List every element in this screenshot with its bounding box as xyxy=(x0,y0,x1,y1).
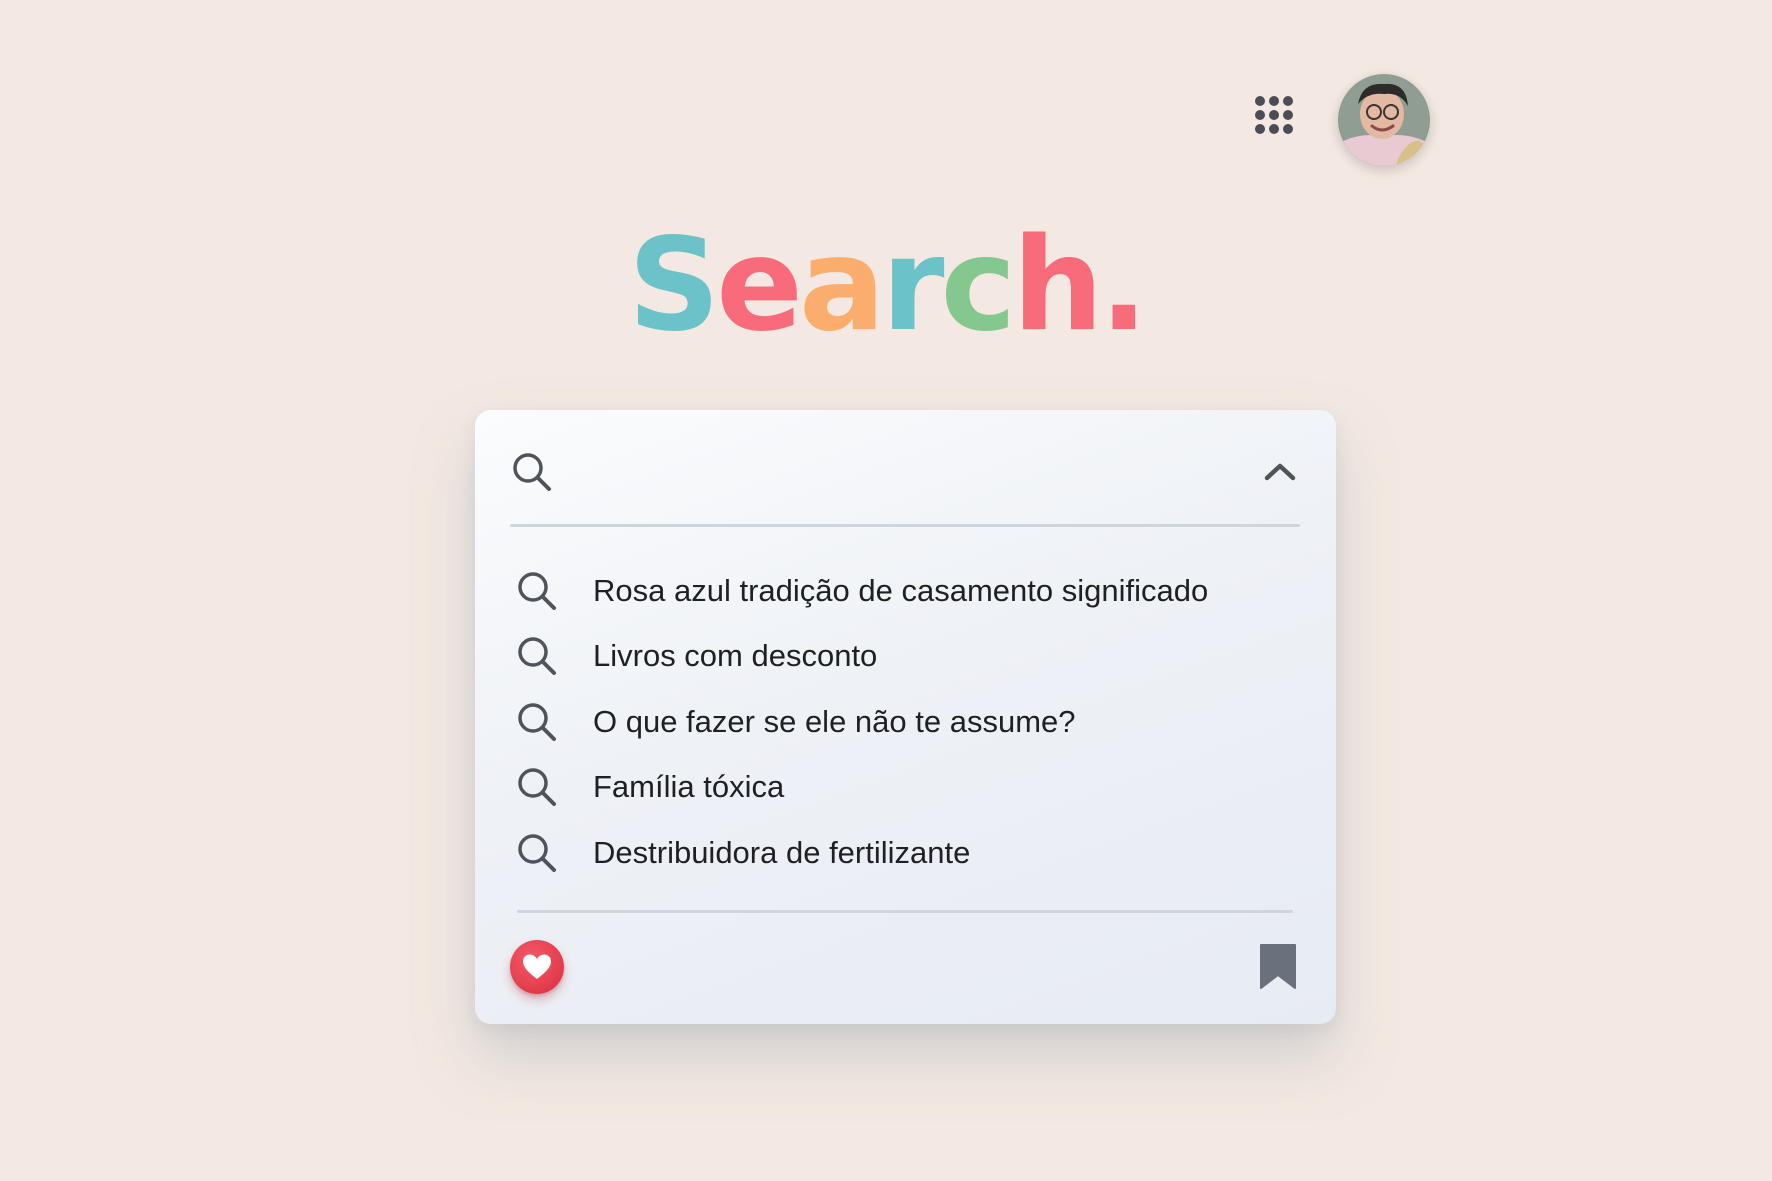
suggestion-item[interactable]: Família tóxica xyxy=(515,755,1295,821)
search-icon xyxy=(515,634,559,678)
bookmark-button[interactable] xyxy=(1255,942,1301,992)
divider xyxy=(517,910,1293,913)
suggestion-label: Rosa azul tradição de casamento signific… xyxy=(593,572,1209,608)
search-icon xyxy=(510,450,554,499)
divider xyxy=(510,524,1300,527)
search-input[interactable] xyxy=(580,452,1204,494)
suggestion-label: Livros com desconto xyxy=(593,638,878,674)
suggestion-label: O que fazer se ele não te assume? xyxy=(593,703,1076,739)
suggestion-label: Destribuidora de fertilizante xyxy=(593,834,971,870)
suggestion-item[interactable]: O que fazer se ele não te assume? xyxy=(515,689,1295,755)
search-icon xyxy=(515,569,559,613)
avatar[interactable] xyxy=(1338,74,1430,166)
suggestion-item[interactable]: Livros com desconto xyxy=(515,624,1295,690)
search-card: Rosa azul tradição de casamento signific… xyxy=(475,410,1336,1024)
suggestion-list: Rosa azul tradição de casamento signific… xyxy=(515,558,1295,886)
search-icon xyxy=(515,765,559,809)
bookmark-icon xyxy=(1260,944,1296,989)
search-icon xyxy=(515,831,559,875)
apps-grid-icon[interactable] xyxy=(1253,94,1305,146)
favorite-button[interactable] xyxy=(510,940,564,994)
search-bar xyxy=(510,440,1300,506)
search-icon xyxy=(515,700,559,744)
user-avatar-image xyxy=(1338,74,1430,166)
suggestion-item[interactable]: Rosa azul tradição de casamento signific… xyxy=(515,558,1295,624)
suggestion-label: Família tóxica xyxy=(593,769,785,805)
suggestion-item[interactable]: Destribuidora de fertilizante xyxy=(515,820,1295,886)
heart-icon xyxy=(523,954,551,979)
chevron-up-icon[interactable] xyxy=(1260,452,1300,492)
search-logo: Search. xyxy=(627,211,1148,360)
